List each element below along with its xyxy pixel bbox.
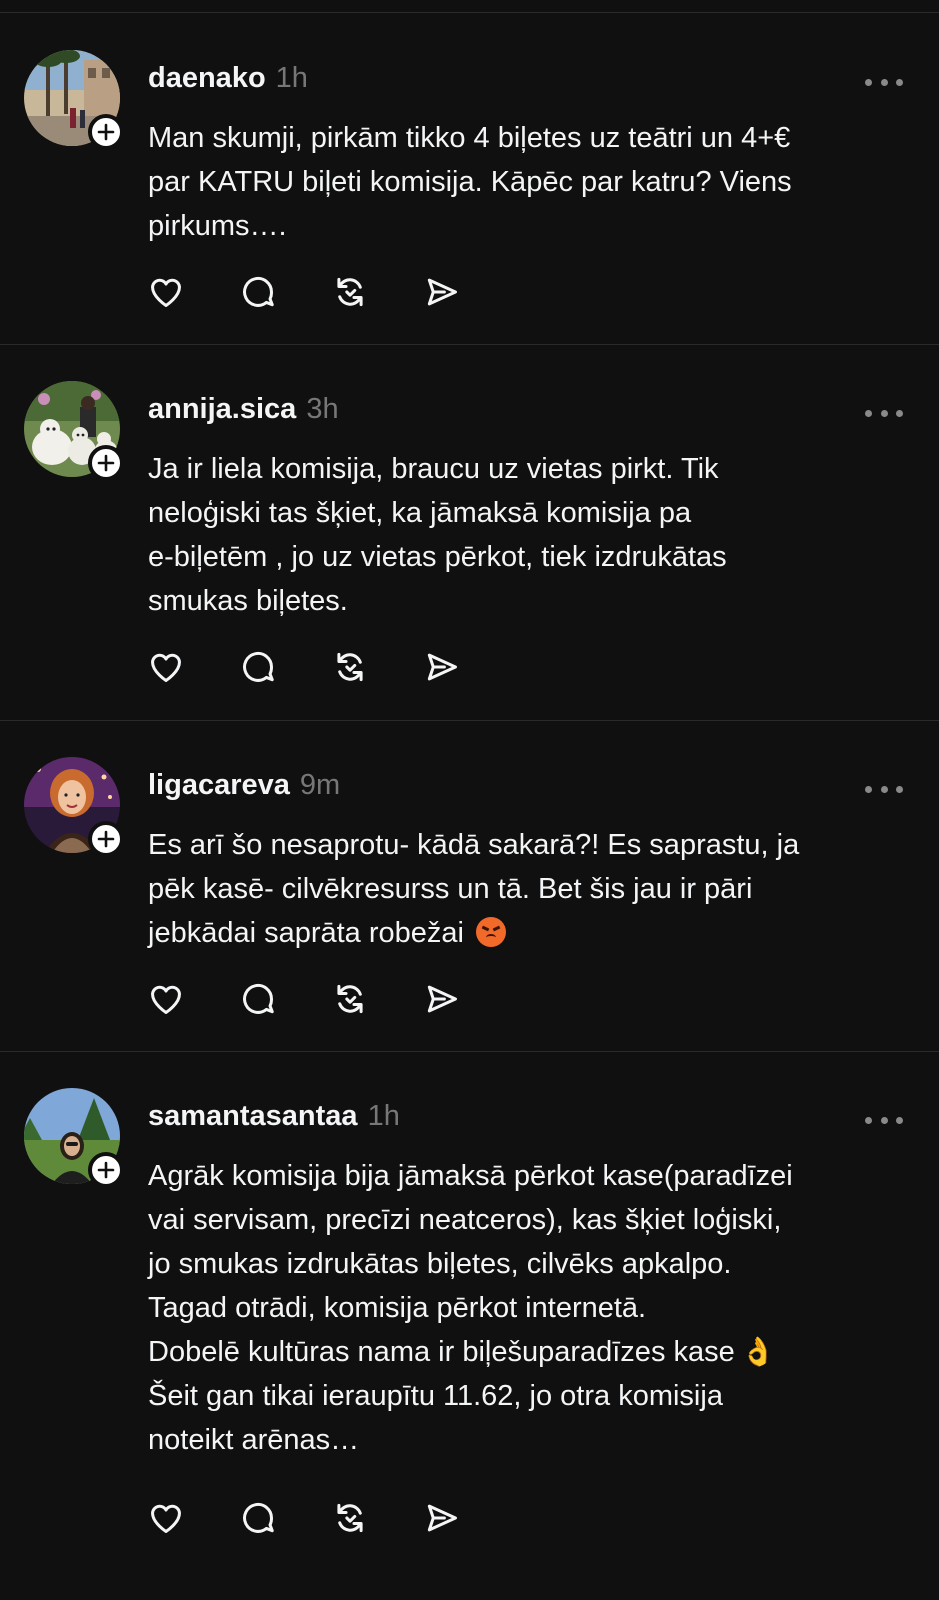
- post-text-line: Šeit gan tikai ieraupītu 11.62, jo otra …: [148, 1380, 723, 1412]
- repost-icon: [337, 1503, 363, 1533]
- more-options-icon[interactable]: [865, 72, 903, 92]
- angry-face-icon: [476, 917, 507, 947]
- more-options-icon[interactable]: [865, 1110, 903, 1130]
- follow-plus-button[interactable]: [88, 821, 124, 857]
- ok-hand-icon: 👌: [740, 1336, 776, 1367]
- like-button[interactable]: [146, 647, 186, 687]
- username[interactable]: ligacareva: [148, 769, 290, 802]
- plus-icon: [97, 454, 115, 472]
- thread-post[interactable]: ligacareva 9m Es arī šo nesaprotu- kādā …: [0, 721, 939, 1052]
- timestamp: 3h: [306, 393, 339, 425]
- heart-icon: [151, 653, 181, 682]
- repost-icon: [337, 984, 363, 1014]
- heart-icon: [151, 1504, 181, 1533]
- repost-icon: [337, 277, 363, 307]
- post-text-line: noteikt arēnas…: [148, 1424, 360, 1456]
- post-text-line: Agrāk komisija bija jāmaksā pērkot kase(…: [148, 1160, 793, 1192]
- post-text-line: Es arī šo nesaprotu- kādā sakarā?! Es sa…: [148, 829, 800, 861]
- post-text-fragment: Dobelē kultūras nama ir biļešuparadīzes …: [148, 1336, 735, 1368]
- share-icon: [427, 653, 457, 681]
- repost-button[interactable]: [330, 272, 370, 312]
- post-text-line: pirkums….: [148, 210, 287, 242]
- post-text: Ja ir liela komisija, braucu uz vietas p…: [148, 447, 908, 623]
- post-text: Es arī šo nesaprotu- kādā sakarā?! Es sa…: [148, 823, 908, 955]
- share-icon: [427, 985, 457, 1013]
- username[interactable]: annija.sica: [148, 393, 296, 426]
- post-text-line: smukas biļetes.: [148, 585, 348, 617]
- post-header: annija.sica 3h: [148, 393, 339, 433]
- avatar-container[interactable]: [24, 757, 124, 857]
- avatar-container[interactable]: [24, 50, 124, 150]
- plus-icon: [97, 1161, 115, 1179]
- post-text-line: vai servisam, precīzi neatceros), kas šķ…: [148, 1204, 782, 1236]
- username[interactable]: samantasantaa: [148, 1100, 358, 1133]
- more-options-icon[interactable]: [865, 779, 903, 799]
- post-text-line: Tagad otrādi, komisija pērkot internetā.: [148, 1292, 647, 1324]
- comment-icon: [243, 651, 274, 682]
- timestamp: 1h: [275, 62, 308, 94]
- follow-plus-button[interactable]: [88, 114, 124, 150]
- repost-button[interactable]: [330, 1498, 370, 1538]
- repost-button[interactable]: [330, 979, 370, 1019]
- post-text: Man skumji, pirkām tikko 4 biļetes uz te…: [148, 116, 908, 248]
- comment-button[interactable]: [238, 647, 278, 687]
- timestamp: 9m: [299, 769, 341, 801]
- share-button[interactable]: [422, 272, 462, 312]
- post-text-line: pēk kasē- cilvēkresurss un tā. Bet šis j…: [148, 873, 753, 905]
- avatar-container[interactable]: [24, 381, 124, 481]
- heart-icon: [151, 278, 181, 307]
- action-bar: [146, 270, 462, 314]
- plus-icon: [97, 830, 115, 848]
- post-header: ligacareva 9m: [148, 769, 340, 809]
- post-text-line: par KATRU biļeti komisija. Kāpēc par kat…: [148, 166, 792, 198]
- comment-button[interactable]: [238, 272, 278, 312]
- plus-icon: [97, 123, 115, 141]
- top-divider: [0, 12, 939, 13]
- timestamp: 1h: [367, 1100, 400, 1132]
- comment-icon: [243, 983, 274, 1014]
- thread-post[interactable]: samantasantaa 1h Agrāk komisija bija jām…: [0, 1052, 939, 1600]
- comment-icon: [243, 276, 274, 307]
- post-header: samantasantaa 1h: [148, 1100, 400, 1140]
- like-button[interactable]: [146, 979, 186, 1019]
- post-text-line: jebkādai saprāta robežai: [148, 911, 908, 955]
- like-button[interactable]: [146, 1498, 186, 1538]
- post-text-line: Man skumji, pirkām tikko 4 biļetes uz te…: [148, 122, 791, 154]
- post-text-line: Dobelē kultūras nama ir biļešuparadīzes …: [148, 1330, 908, 1374]
- post-text-fragment: jebkādai saprāta robežai: [148, 917, 464, 949]
- action-bar: [146, 977, 462, 1021]
- action-bar: [146, 645, 462, 689]
- share-icon: [427, 278, 457, 306]
- comment-icon: [243, 1502, 274, 1533]
- comment-button[interactable]: [238, 1498, 278, 1538]
- post-text-line: jo smukas izdrukātas biļetes, cilvēks ap…: [148, 1248, 732, 1280]
- repost-icon: [337, 652, 363, 682]
- post-text-line: neloģiski tas šķiet, ka jāmaksā komisija…: [148, 497, 692, 529]
- follow-plus-button[interactable]: [88, 445, 124, 481]
- username[interactable]: daenako: [148, 62, 266, 95]
- action-bar: [146, 1496, 462, 1540]
- thread-post[interactable]: annija.sica 3h Ja ir liela komisija, bra…: [0, 345, 939, 721]
- follow-plus-button[interactable]: [88, 1152, 124, 1188]
- share-icon: [427, 1504, 457, 1532]
- avatar-container[interactable]: [24, 1088, 124, 1188]
- post-text-line: e-biļetēm , jo uz vietas pērkot, tiek iz…: [148, 541, 727, 573]
- thread-post[interactable]: daenako 1h Man skumji, pirkām tikko 4 bi…: [0, 14, 939, 345]
- share-button[interactable]: [422, 647, 462, 687]
- share-button[interactable]: [422, 979, 462, 1019]
- share-button[interactable]: [422, 1498, 462, 1538]
- heart-icon: [151, 985, 181, 1014]
- post-header: daenako 1h: [148, 62, 308, 102]
- post-text: Agrāk komisija bija jāmaksā pērkot kase(…: [148, 1154, 908, 1462]
- more-options-icon[interactable]: [865, 403, 903, 423]
- post-text-line: Ja ir liela komisija, braucu uz vietas p…: [148, 453, 719, 485]
- comment-button[interactable]: [238, 979, 278, 1019]
- repost-button[interactable]: [330, 647, 370, 687]
- like-button[interactable]: [146, 272, 186, 312]
